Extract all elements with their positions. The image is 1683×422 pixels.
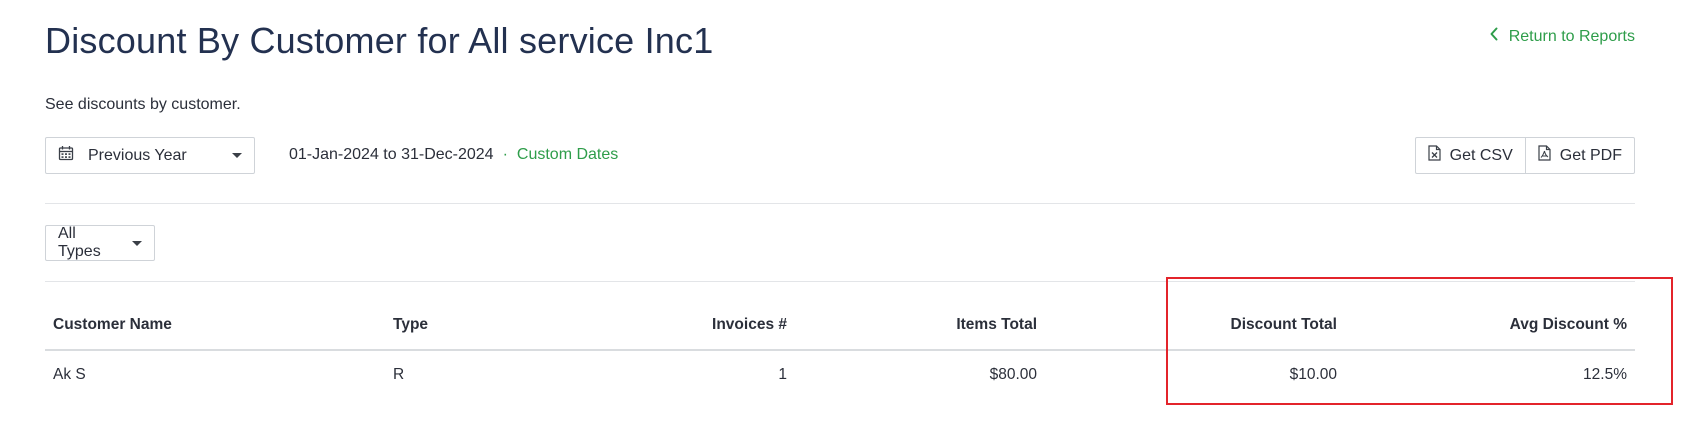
page-subtitle: See discounts by customer. (45, 96, 241, 113)
return-to-reports-link[interactable]: Return to Reports (1489, 27, 1635, 46)
custom-dates-link[interactable]: Custom Dates (517, 146, 618, 164)
separator-dot: · (502, 146, 508, 163)
cell-items-total: $80.00 (989, 365, 1037, 383)
pdf-file-icon (1538, 145, 1551, 166)
return-link-label: Return to Reports (1508, 27, 1635, 45)
caret-down-icon (132, 240, 142, 246)
date-range-display: 01-Jan-2024 to 31-Dec-2024 · Custom Date… (289, 146, 618, 164)
page-title: Discount By Customer for All service Inc… (45, 20, 714, 61)
cell-type: R (393, 365, 405, 383)
date-range-text: 01-Jan-2024 to 31-Dec-2024 (289, 146, 494, 163)
filter-divider (45, 203, 1635, 204)
highlight-box (1166, 277, 1673, 405)
get-csv-label: Get CSV (1449, 146, 1513, 164)
get-pdf-label: Get PDF (1559, 146, 1622, 164)
cell-invoices: 1 (778, 365, 787, 383)
header-invoices[interactable]: Invoices # (615, 300, 795, 351)
get-csv-button[interactable]: Get CSV (1416, 138, 1525, 173)
get-pdf-button[interactable]: Get PDF (1524, 138, 1634, 173)
calendar-icon (58, 145, 88, 166)
period-select-value: Previous Year (88, 146, 187, 164)
types-select[interactable]: All Types (45, 225, 155, 261)
cell-customer-name: Ak S (53, 365, 86, 383)
period-select[interactable]: Previous Year (45, 137, 255, 174)
chevron-left-icon (1489, 27, 1499, 46)
header-customer-name[interactable]: Customer Name (45, 300, 385, 351)
header-type[interactable]: Type (385, 300, 615, 351)
caret-down-icon (232, 153, 242, 158)
export-button-group: Get CSV Get PDF (1414, 137, 1635, 174)
types-select-value: All Types (58, 225, 101, 260)
header-items-total[interactable]: Items Total (795, 300, 1045, 351)
csv-file-icon (1428, 145, 1441, 166)
